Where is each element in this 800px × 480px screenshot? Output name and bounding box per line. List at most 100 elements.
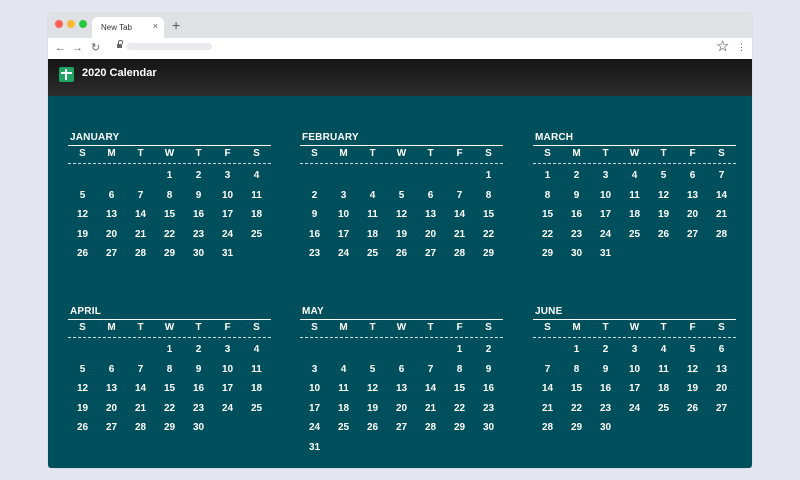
day-cell: 7 (137, 189, 144, 201)
weekday-label: F (689, 322, 696, 333)
day-cell: 1 (573, 344, 580, 355)
day-cell: 2 (602, 344, 609, 355)
day-cell: 20 (105, 402, 118, 414)
day-cell: 10 (628, 363, 641, 375)
day-cell: 29 (453, 422, 466, 433)
forward-icon[interactable]: → (72, 41, 83, 55)
month-header-divider (533, 145, 736, 146)
day-cell: 21 (715, 209, 728, 220)
day-cell: 21 (541, 402, 554, 414)
day-cell: 13 (424, 209, 437, 220)
day-cell: 26 (76, 422, 89, 433)
month-january: JANUARY S M T W T F S 1 2 3 4 5 6 7 8 9 10 11 12 13 14 15 16 17 1… (68, 132, 271, 292)
day-cell: 22 (453, 402, 466, 414)
day-cell: 2 (195, 344, 202, 355)
day-cell: 27 (424, 248, 437, 259)
sheets-logo-icon (59, 67, 74, 82)
day-cell: 3 (224, 170, 231, 181)
day-cell: 13 (715, 363, 728, 375)
day-cell: 18 (657, 383, 670, 394)
day-cell: 27 (395, 422, 408, 433)
weekday-label: M (572, 148, 581, 159)
weekday-label: W (164, 148, 175, 159)
day-cell: 16 (308, 228, 321, 240)
month-name: FEBRUARY (302, 132, 359, 143)
month-name: MARCH (535, 132, 574, 143)
day-cell: 29 (482, 248, 495, 259)
day-cell: 8 (166, 189, 173, 201)
day-cell: 22 (482, 228, 495, 240)
month-june: JUNE S M T W T F S 1 2 3 4 5 6 7 8 9 10 11 12 13 14 15 16 17 18 19… (533, 306, 736, 466)
weekday-label: M (107, 148, 116, 159)
maximize-window-button[interactable] (79, 20, 87, 28)
day-cell: 1 (485, 170, 492, 181)
day-cell: 10 (221, 189, 234, 201)
day-cell: 17 (308, 402, 321, 414)
day-cell: 24 (337, 248, 350, 259)
weekday-label: F (456, 148, 463, 159)
weekday-label: F (224, 322, 231, 333)
day-cell: 15 (453, 383, 466, 394)
close-window-button[interactable] (55, 20, 63, 28)
day-cell: 20 (395, 402, 408, 414)
day-cell: 26 (395, 248, 408, 259)
back-icon[interactable]: ← (55, 41, 66, 55)
day-cell: 30 (599, 422, 612, 433)
day-cell: 23 (599, 402, 612, 414)
day-cell: 26 (76, 248, 89, 259)
day-cell: 15 (482, 209, 495, 220)
weekday-label: W (164, 322, 175, 333)
day-cell: 2 (311, 189, 318, 201)
day-cell: 6 (427, 189, 434, 201)
day-cell: 11 (367, 209, 378, 220)
day-cell: 26 (686, 402, 699, 414)
weekday-label: S (253, 148, 260, 159)
weekday-label: S (718, 148, 725, 159)
day-grid: 1 2 3 4 5 6 7 8 9 10 11 12 13 14 15 16 17 18 19 20 21 22 23 24 2… (300, 170, 503, 290)
day-cell: 10 (337, 209, 350, 220)
day-cell: 17 (628, 383, 641, 394)
weekday-label: S (311, 322, 318, 333)
reload-icon[interactable]: ↻ (91, 41, 100, 55)
new-tab-button[interactable]: + (172, 17, 180, 33)
day-cell: 9 (573, 189, 580, 201)
day-cell: 16 (570, 209, 583, 220)
day-cell: 19 (395, 228, 408, 240)
day-cell: 14 (541, 383, 554, 394)
day-cell: 1 (544, 170, 551, 181)
day-cell: 11 (629, 189, 640, 201)
day-cell: 12 (366, 383, 379, 394)
day-cell: 21 (453, 228, 466, 240)
weekday-header: SMTWTFS (300, 322, 503, 334)
day-cell: 11 (251, 363, 262, 375)
day-cell: 29 (163, 422, 176, 433)
address-bar[interactable] (126, 43, 212, 50)
day-cell: 17 (221, 209, 234, 220)
day-cell: 27 (715, 402, 728, 414)
bookmark-star-icon[interactable]: ☆ (716, 39, 729, 55)
day-cell: 14 (134, 209, 147, 220)
weekday-label: S (253, 322, 260, 333)
weekday-label: F (456, 322, 463, 333)
day-cell: 28 (715, 228, 728, 240)
close-icon[interactable]: × (153, 21, 158, 31)
month-february: FEBRUARY S M T W T F S 1 2 3 4 5 6 7 8 9 10 11 12 13 14 15 16 17… (300, 132, 503, 292)
kebab-menu-icon[interactable]: ⋮ (737, 42, 746, 53)
day-cell: 25 (628, 228, 641, 240)
day-cell: 5 (369, 363, 376, 375)
day-cell: 23 (192, 228, 205, 240)
weekday-header: SMTWTFS (68, 322, 271, 334)
tab-new-tab[interactable]: New Tab × (92, 17, 164, 38)
weekday-label: T (369, 148, 376, 159)
day-cell: 28 (541, 422, 554, 433)
minimize-window-button[interactable] (67, 20, 75, 28)
day-cell: 30 (482, 422, 495, 433)
day-grid: 1 2 3 4 5 6 7 8 9 10 11 12 13 14 15 16 17 18 19 20 21 22 23 24 2… (68, 344, 271, 464)
day-cell: 4 (369, 189, 376, 201)
weekday-divider (533, 337, 736, 338)
app-header: 2020 Calendar (48, 59, 752, 96)
day-cell: 11 (251, 189, 262, 201)
weekday-label: S (311, 148, 318, 159)
day-cell: 22 (570, 402, 583, 414)
day-grid: 1 2 3 4 5 6 7 8 9 10 11 12 13 14 15 16 17 18 19 20 21 22 23 24 2… (533, 170, 736, 290)
